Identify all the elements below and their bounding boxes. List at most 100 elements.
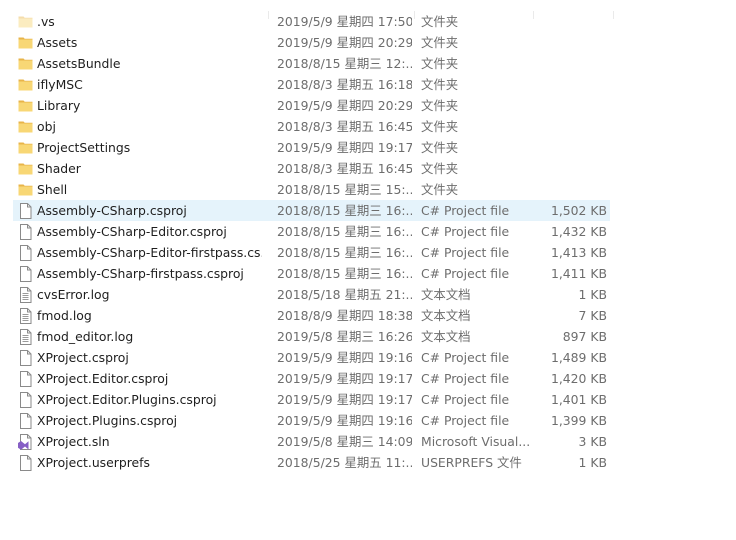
document-icon — [18, 452, 33, 473]
file-row[interactable]: obj 2018/8/3 星期五 16:45 文件夹 — [0, 116, 736, 137]
file-name: ProjectSettings — [37, 140, 131, 155]
file-date-modified: 2019/5/9 星期四 19:16 — [277, 413, 412, 428]
file-date-modified: 2019/5/9 星期四 19:16 — [277, 350, 412, 365]
file-row[interactable]: Assembly-CSharp-firstpass.csproj 2018/8/… — [0, 263, 736, 284]
folder-icon — [18, 179, 33, 200]
file-name: XProject.Plugins.csproj — [37, 413, 178, 428]
file-name: Shader — [37, 161, 81, 176]
file-row[interactable]: .vs 2019/5/9 星期四 17:50 文件夹 — [0, 11, 736, 32]
file-row[interactable]: XProject.Editor.csproj 2019/5/9 星期四 19:1… — [0, 368, 736, 389]
file-size: 1 KB — [578, 287, 607, 302]
file-type: 文件夹 — [421, 56, 459, 71]
file-row[interactable]: XProject.csproj 2019/5/9 星期四 19:16 C# Pr… — [0, 347, 736, 368]
file-type: 文本文档 — [421, 287, 471, 302]
file-type: C# Project file — [421, 371, 510, 386]
file-date-modified: 2018/5/18 星期五 21:... — [277, 287, 412, 302]
file-type: 文件夹 — [421, 98, 459, 113]
file-size: 1,489 KB — [550, 350, 607, 365]
file-size — [537, 53, 607, 74]
document-icon — [18, 389, 33, 410]
folder-faded-icon — [18, 11, 33, 32]
file-size — [537, 137, 607, 158]
file-size: 1,413 KB — [550, 245, 607, 260]
file-date-modified: 2019/5/9 星期四 20:29 — [277, 35, 412, 50]
document-icon — [18, 347, 33, 368]
file-list: .vs 2019/5/9 星期四 17:50 文件夹 Assets 2019/5… — [0, 11, 736, 473]
file-row[interactable]: XProject.sln 2019/5/8 星期三 14:09 Microsof… — [0, 431, 736, 452]
file-row[interactable]: fmod_editor.log 2019/5/8 星期三 16:26 文本文档 … — [0, 326, 736, 347]
file-row[interactable]: Assembly-CSharp.csproj 2018/8/15 星期三 16:… — [0, 200, 736, 221]
file-row[interactable]: Shader 2018/8/3 星期五 16:45 文件夹 — [0, 158, 736, 179]
file-size: 7 KB — [578, 308, 607, 323]
folder-icon — [18, 74, 33, 95]
file-type: 文件夹 — [421, 77, 459, 92]
file-row[interactable]: ProjectSettings 2019/5/9 星期四 19:17 文件夹 — [0, 137, 736, 158]
file-name: fmod.log — [37, 308, 92, 323]
file-date-modified: 2018/8/3 星期五 16:45 — [277, 119, 412, 134]
file-size: 1,432 KB — [550, 224, 607, 239]
file-size — [537, 74, 607, 95]
file-row[interactable]: AssetsBundle 2018/8/15 星期三 12:... 文件夹 — [0, 53, 736, 74]
file-type: C# Project file — [421, 413, 510, 428]
file-row[interactable]: XProject.Plugins.csproj 2019/5/9 星期四 19:… — [0, 410, 736, 431]
file-row[interactable]: iflyMSC 2018/8/3 星期五 16:18 文件夹 — [0, 74, 736, 95]
file-type: USERPREFS 文件 — [421, 455, 522, 470]
document-icon — [18, 242, 33, 263]
file-type: 文本文档 — [421, 329, 471, 344]
file-type: C# Project file — [421, 350, 510, 365]
file-date-modified: 2018/8/15 星期三 12:... — [277, 56, 412, 71]
file-size — [537, 116, 607, 137]
file-size: 1,420 KB — [550, 371, 607, 386]
document-icon — [18, 410, 33, 431]
file-type: C# Project file — [421, 203, 510, 218]
file-size — [537, 32, 607, 53]
document-icon — [18, 200, 33, 221]
file-name: XProject.userprefs — [37, 455, 150, 470]
file-type: 文件夹 — [421, 161, 459, 176]
file-name: fmod_editor.log — [37, 329, 134, 344]
file-type: 文件夹 — [421, 35, 459, 50]
file-row[interactable]: fmod.log 2018/8/9 星期四 18:38 文本文档 7 KB — [0, 305, 736, 326]
file-type: C# Project file — [421, 392, 510, 407]
file-row[interactable]: Library 2019/5/9 星期四 20:29 文件夹 — [0, 95, 736, 116]
file-date-modified: 2018/8/15 星期三 16:... — [277, 245, 412, 260]
file-type: 文本文档 — [421, 308, 471, 323]
file-size — [537, 95, 607, 116]
file-date-modified: 2018/8/3 星期五 16:45 — [277, 161, 412, 176]
file-row[interactable]: XProject.userprefs 2018/5/25 星期五 11:... … — [0, 452, 736, 473]
file-size — [537, 11, 607, 32]
file-row[interactable]: cvsError.log 2018/5/18 星期五 21:... 文本文档 1… — [0, 284, 736, 305]
file-size — [537, 179, 607, 200]
file-row[interactable]: Assembly-CSharp-Editor-firstpass.cs... 2… — [0, 242, 736, 263]
file-row[interactable]: Shell 2018/8/15 星期三 15:... 文件夹 — [0, 179, 736, 200]
file-name: obj — [37, 119, 56, 134]
file-name: iflyMSC — [37, 77, 83, 92]
text-document-icon — [18, 284, 33, 305]
file-date-modified: 2019/5/8 星期三 16:26 — [277, 329, 412, 344]
file-date-modified: 2019/5/9 星期四 20:29 — [277, 98, 412, 113]
file-type: 文件夹 — [421, 14, 459, 29]
file-name: Assembly-CSharp-firstpass.csproj — [37, 266, 244, 281]
file-name: XProject.Editor.csproj — [37, 371, 169, 386]
file-size — [537, 158, 607, 179]
file-name: XProject.sln — [37, 434, 110, 449]
file-type: C# Project file — [421, 266, 510, 281]
file-size: 1,502 KB — [550, 203, 607, 218]
file-size: 1,401 KB — [550, 392, 607, 407]
file-date-modified: 2018/8/15 星期三 16:... — [277, 224, 412, 239]
document-icon — [18, 368, 33, 389]
file-date-modified: 2019/5/9 星期四 19:17 — [277, 140, 412, 155]
file-type: 文件夹 — [421, 182, 459, 197]
file-date-modified: 2019/5/8 星期三 14:09 — [277, 434, 412, 449]
file-name: XProject.Editor.Plugins.csproj — [37, 392, 217, 407]
file-date-modified: 2019/5/9 星期四 17:50 — [277, 14, 412, 29]
text-document-icon — [18, 326, 33, 347]
file-row[interactable]: Assets 2019/5/9 星期四 20:29 文件夹 — [0, 32, 736, 53]
file-type: 文件夹 — [421, 140, 459, 155]
file-row[interactable]: XProject.Editor.Plugins.csproj 2019/5/9 … — [0, 389, 736, 410]
file-type: C# Project file — [421, 245, 510, 260]
folder-icon — [18, 53, 33, 74]
file-row[interactable]: Assembly-CSharp-Editor.csproj 2018/8/15 … — [0, 221, 736, 242]
folder-icon — [18, 116, 33, 137]
file-name: Library — [37, 98, 81, 113]
